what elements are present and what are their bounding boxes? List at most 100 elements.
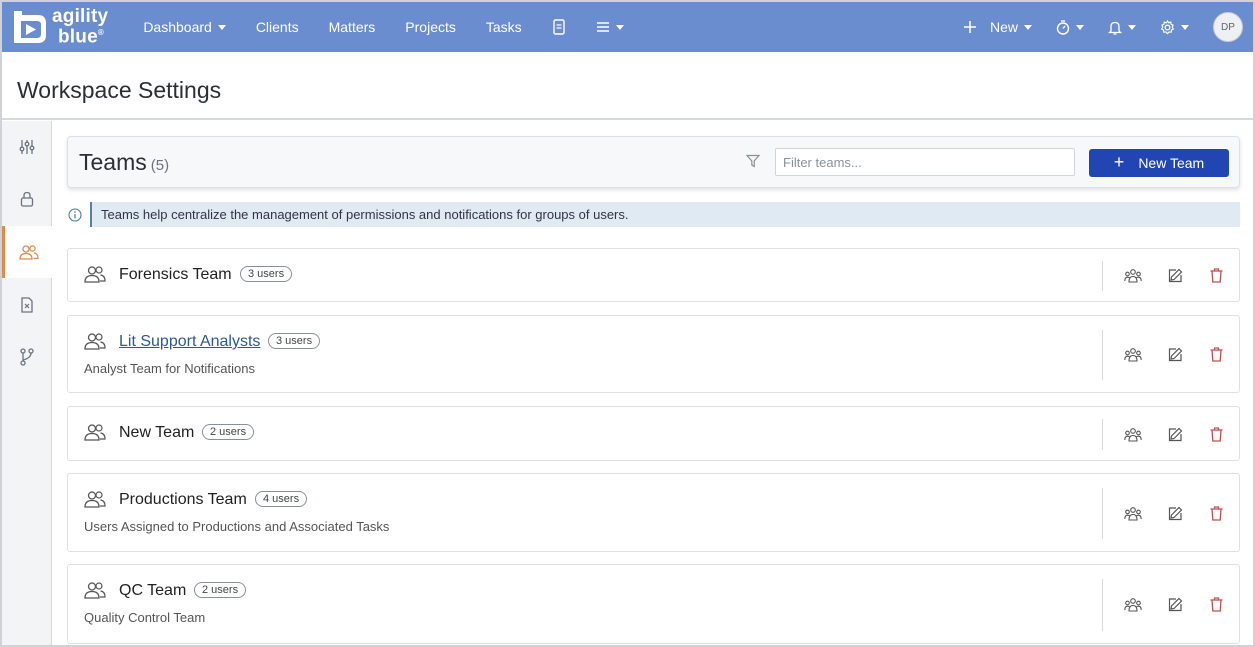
edit-team-button[interactable] — [1168, 268, 1183, 288]
nav-projects[interactable]: Projects — [390, 2, 471, 52]
users-icon — [84, 423, 106, 446]
manage-members-button[interactable] — [1124, 506, 1142, 527]
user-count-badge: 2 users — [202, 424, 255, 440]
card-divider — [1102, 330, 1103, 380]
user-count-badge: 3 users — [240, 266, 293, 282]
team-name-text: Lit Support Analysts — [119, 333, 261, 350]
app-window: agility blue® Dashboard Clients Matters … — [0, 0, 1255, 647]
timer-button[interactable] — [1044, 2, 1096, 52]
rail-item-general[interactable] — [2, 121, 52, 173]
nav-documents[interactable] — [537, 2, 581, 52]
rail-item-workflows[interactable] — [2, 331, 52, 383]
team-card: Forensics Team 3 users — [67, 248, 1240, 302]
new-team-button[interactable]: + New Team — [1089, 149, 1229, 177]
chevron-down-icon — [615, 24, 624, 30]
manage-members-button[interactable] — [1124, 268, 1142, 289]
rail-item-teams[interactable] — [2, 226, 53, 278]
trash-icon — [1210, 347, 1223, 366]
edit-team-button[interactable] — [1168, 597, 1183, 617]
manage-members-button[interactable] — [1124, 427, 1142, 448]
team-name: New Team — [119, 424, 194, 442]
users-icon — [19, 245, 39, 260]
edit-team-button[interactable] — [1168, 427, 1183, 447]
card-divider — [1102, 579, 1103, 631]
team-card: New Team 2 users — [67, 406, 1240, 461]
chevron-down-icon — [1181, 24, 1189, 30]
settings-rail — [2, 121, 53, 645]
lock-icon — [20, 191, 34, 207]
nav-items: Dashboard Clients Matters Projects Tasks — [128, 2, 638, 52]
settings-button[interactable] — [1148, 2, 1201, 52]
chevron-down-icon — [1128, 24, 1136, 30]
new-team-label: New Team — [1138, 155, 1205, 171]
team-name-text: Forensics Team — [119, 266, 232, 283]
rail-item-files[interactable] — [2, 279, 52, 331]
users-icon — [84, 490, 106, 513]
logo-text: agility blue® — [52, 5, 109, 48]
users-icon — [84, 332, 106, 355]
delete-team-button[interactable] — [1210, 505, 1223, 526]
notifications-button[interactable] — [1096, 2, 1148, 52]
manage-members-button[interactable] — [1124, 597, 1142, 618]
team-name[interactable]: Lit Support Analysts — [119, 333, 260, 351]
top-nav: agility blue® Dashboard Clients Matters … — [2, 2, 1253, 52]
page-header: Workspace Settings — [2, 52, 1253, 120]
teams-title-text: Teams — [79, 149, 147, 175]
info-icon — [68, 208, 82, 222]
logo-line1: agility — [52, 5, 109, 27]
trash-icon — [1210, 268, 1223, 287]
nav-dashboard-label: Dashboard — [143, 19, 212, 35]
nav-clients[interactable]: Clients — [241, 2, 314, 52]
delete-team-button[interactable] — [1210, 268, 1223, 288]
team-name: QC Team — [119, 582, 186, 600]
logo-mark-icon — [14, 11, 46, 43]
gear-icon — [1160, 19, 1175, 35]
teams-title: Teams (5) — [79, 149, 169, 176]
team-description: Analyst Team for Notifications — [84, 361, 255, 376]
team-name-text: New Team — [119, 424, 195, 441]
nav-dashboard[interactable]: Dashboard — [128, 2, 241, 52]
file-x-icon — [21, 297, 33, 313]
delete-team-button[interactable] — [1210, 347, 1223, 367]
card-divider — [1102, 488, 1103, 539]
new-menu-button[interactable]: New — [952, 2, 1044, 52]
chevron-down-icon — [217, 24, 226, 30]
plus-icon — [963, 21, 976, 33]
team-members-icon — [1124, 269, 1142, 288]
teams-header: Teams(5) + New Team — [67, 136, 1240, 188]
chevron-down-icon — [1076, 24, 1084, 30]
card-divider — [1102, 261, 1103, 291]
trash-icon — [1210, 426, 1223, 446]
edit-icon — [1168, 347, 1183, 366]
delete-team-button[interactable] — [1210, 597, 1223, 617]
team-card: QC Team Quality Control Team 2 users — [67, 564, 1240, 644]
delete-team-button[interactable] — [1210, 426, 1223, 447]
nav-tasks[interactable]: Tasks — [471, 2, 537, 52]
edit-icon — [1168, 597, 1183, 616]
nav-tasks-label: Tasks — [485, 19, 522, 35]
edit-icon — [1168, 427, 1183, 446]
new-menu-label: New — [989, 19, 1018, 35]
logo[interactable]: agility blue® — [8, 2, 108, 52]
user-count-badge: 4 users — [255, 491, 308, 507]
nav-matters[interactable]: Matters — [314, 2, 391, 52]
team-name-text: QC Team — [119, 582, 187, 599]
menu-icon — [596, 22, 609, 32]
team-card: Productions Team Users Assigned to Produc… — [67, 473, 1240, 552]
users-icon — [84, 581, 106, 604]
edit-team-button[interactable] — [1168, 347, 1183, 367]
avatar[interactable]: DP — [1213, 12, 1243, 42]
filter-icon — [746, 154, 760, 168]
team-members-icon — [1124, 598, 1142, 617]
sliders-icon — [19, 140, 35, 154]
logo-line2: blue — [58, 26, 98, 48]
manage-members-button[interactable] — [1124, 347, 1142, 368]
nav-projects-label: Projects — [405, 19, 456, 35]
team-name-text: Productions Team — [119, 491, 247, 508]
rail-item-security[interactable] — [2, 173, 52, 225]
nav-more-menu[interactable] — [581, 2, 639, 52]
edit-team-button[interactable] — [1168, 506, 1183, 526]
filter-teams-input[interactable] — [775, 148, 1075, 176]
logo-trademark: ® — [97, 27, 104, 37]
team-name: Forensics Team — [119, 266, 232, 284]
